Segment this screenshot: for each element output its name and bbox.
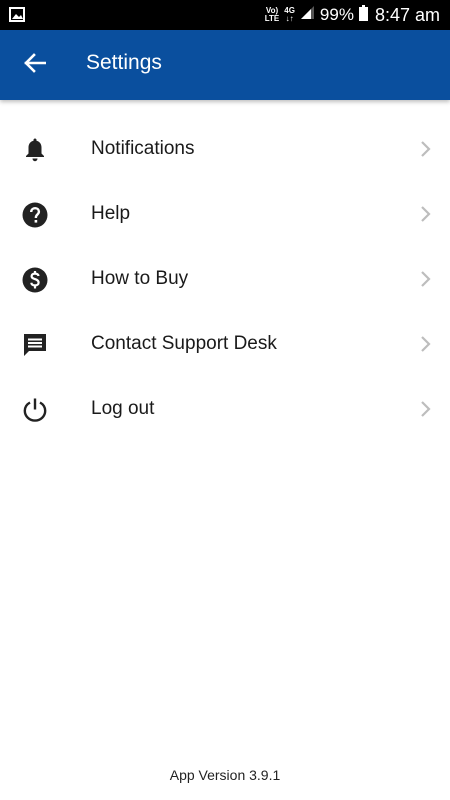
status-bar: Vo) LTE 4G ↓↑ 99% 8:47 am <box>0 0 450 30</box>
battery-icon <box>358 4 368 26</box>
volte-bottom-text: LTE <box>264 14 280 23</box>
dollar-circle-icon <box>21 266 49 294</box>
back-button[interactable] <box>18 48 52 82</box>
clock: 8:47 am <box>374 4 440 25</box>
settings-item-label: Notifications <box>91 138 195 159</box>
network-activity-text: ↓↑ <box>285 14 294 23</box>
chevron-right-icon <box>418 205 432 223</box>
page-title: Settings <box>86 51 162 74</box>
settings-item-log-out[interactable]: Log out <box>0 377 450 442</box>
settings-item-label: Help <box>91 203 131 224</box>
settings-list: Notifications Help How to Buy Contact Su… <box>0 117 450 442</box>
signal-strength-icon <box>300 5 315 25</box>
chevron-right-icon <box>418 140 432 158</box>
network-type-indicator: 4G ↓↑ <box>284 7 295 23</box>
app-bar: Settings <box>0 30 450 100</box>
image-notification-icon <box>9 7 25 27</box>
app-version-label: App Version 3.9.1 <box>169 767 281 783</box>
arrow-left-icon <box>24 52 47 78</box>
status-indicators: Vo) LTE 4G ↓↑ 99% 8:47 am <box>265 0 440 30</box>
settings-item-help[interactable]: Help <box>0 182 450 247</box>
volte-indicator: Vo) LTE <box>265 7 280 23</box>
settings-item-label: Contact Support Desk <box>91 333 277 354</box>
battery-percentage: 99% <box>319 5 354 24</box>
settings-item-notifications[interactable]: Notifications <box>0 117 450 182</box>
bell-icon <box>21 136 49 164</box>
help-circle-icon <box>21 201 49 229</box>
chevron-right-icon <box>418 270 432 288</box>
settings-item-contact-support-desk[interactable]: Contact Support Desk <box>0 312 450 377</box>
chat-icon <box>21 331 49 359</box>
settings-item-label: Log out <box>91 398 155 419</box>
power-icon <box>21 396 49 424</box>
chevron-right-icon <box>418 335 432 353</box>
settings-item-label: How to Buy <box>91 268 189 289</box>
settings-item-how-to-buy[interactable]: How to Buy <box>0 247 450 312</box>
chevron-right-icon <box>418 400 432 418</box>
